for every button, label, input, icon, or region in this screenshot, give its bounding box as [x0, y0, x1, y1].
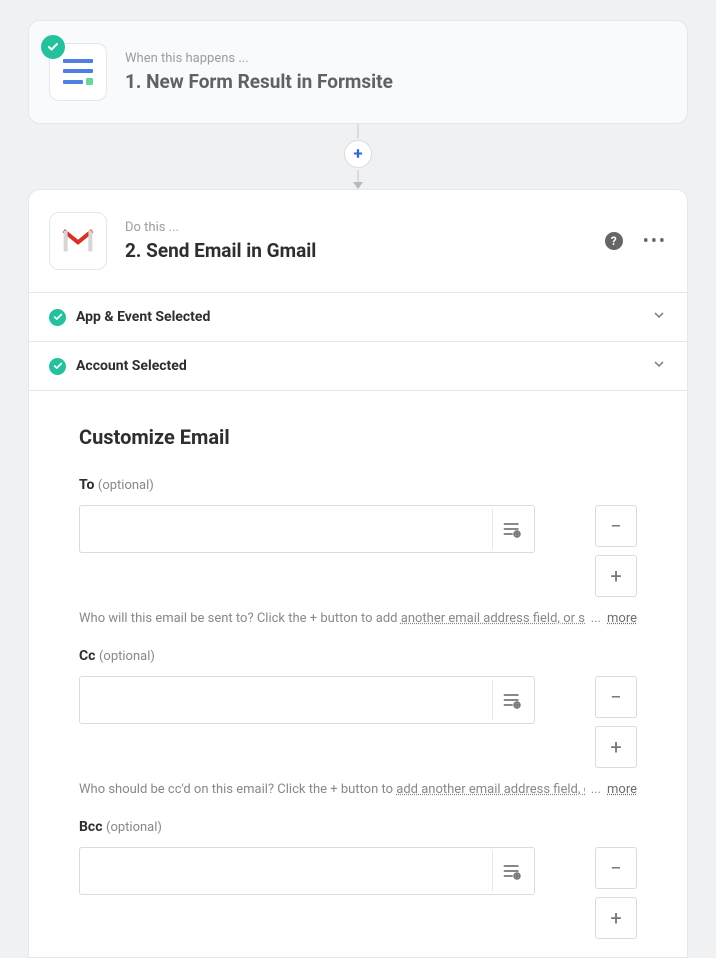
gmail-icon — [49, 212, 107, 270]
add-step-button[interactable]: + — [344, 140, 372, 168]
section-label: Account Selected — [76, 358, 187, 374]
to-help-text: Who will this email be sent to? Click th… — [79, 611, 637, 626]
insert-data-icon[interactable] — [492, 851, 530, 891]
bcc-label: Bcc (optional) — [79, 819, 637, 835]
section-label: App & Event Selected — [76, 309, 210, 325]
trigger-title: 1. New Form Result in Formsite — [125, 70, 393, 93]
insert-data-icon[interactable] — [492, 680, 530, 720]
trigger-step-card[interactable]: When this happens ... 1. New Form Result… — [28, 20, 688, 124]
more-link[interactable]: more — [607, 611, 637, 626]
customize-email-form: Customize Email To (optional) — [29, 390, 687, 957]
section-app-event[interactable]: App & Event Selected — [29, 292, 687, 341]
check-icon — [41, 35, 65, 59]
insert-data-icon[interactable] — [492, 509, 530, 549]
arrow-down-icon — [353, 182, 363, 189]
cc-input[interactable] — [79, 676, 535, 724]
action-step-header[interactable]: Do this ... 2. Send Email in Gmail ? ••• — [29, 190, 687, 292]
to-label: To (optional) — [79, 477, 637, 493]
to-input[interactable] — [79, 505, 535, 553]
remove-field-button[interactable]: − — [595, 847, 637, 889]
chevron-down-icon — [651, 356, 667, 376]
more-menu-icon[interactable]: ••• — [643, 231, 667, 252]
cc-label: Cc (optional) — [79, 648, 637, 664]
add-field-button[interactable]: + — [595, 897, 637, 939]
remove-field-button[interactable]: − — [595, 505, 637, 547]
more-link[interactable]: more — [607, 782, 637, 797]
add-field-button[interactable]: + — [595, 555, 637, 597]
remove-field-button[interactable]: − — [595, 676, 637, 718]
cc-help-text: Who should be cc'd on this email? Click … — [79, 782, 637, 797]
chevron-down-icon — [651, 307, 667, 327]
check-icon — [49, 309, 66, 326]
help-icon[interactable]: ? — [605, 232, 623, 250]
trigger-eyebrow: When this happens ... — [125, 51, 393, 66]
action-step-card: Do this ... 2. Send Email in Gmail ? •••… — [28, 189, 688, 958]
check-icon — [49, 358, 66, 375]
action-title: 2. Send Email in Gmail — [125, 239, 316, 262]
trigger-app-icon-wrap — [49, 43, 107, 101]
bcc-input[interactable] — [79, 847, 535, 895]
section-account[interactable]: Account Selected — [29, 341, 687, 390]
action-eyebrow: Do this ... — [125, 220, 316, 235]
form-title: Customize Email — [79, 425, 637, 449]
add-field-button[interactable]: + — [595, 726, 637, 768]
step-connector: + — [28, 124, 688, 189]
